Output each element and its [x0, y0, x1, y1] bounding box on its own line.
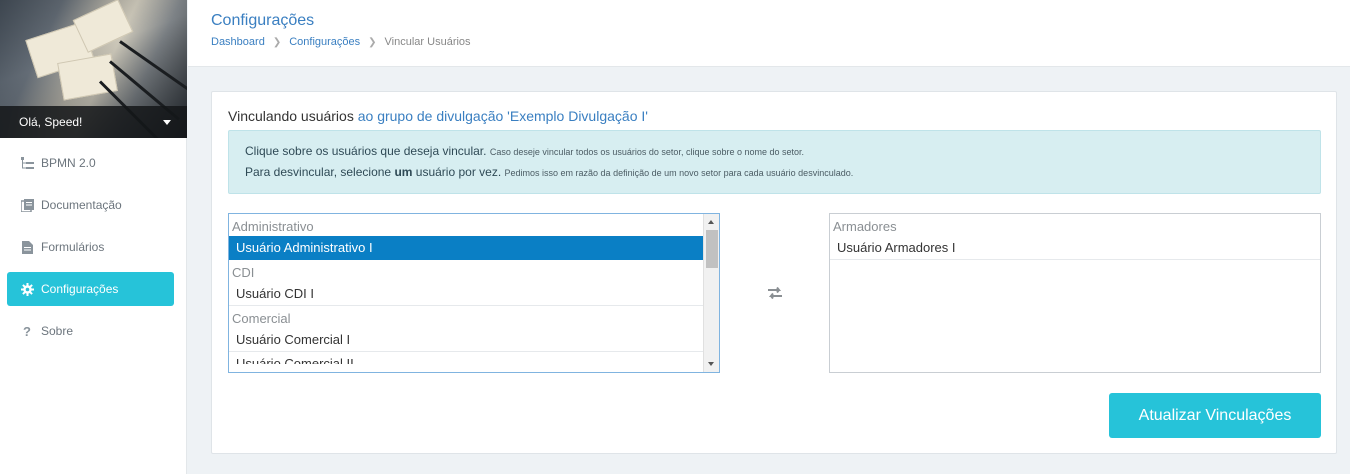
user-option[interactable]: Usuário Comercial II	[229, 352, 705, 364]
sidebar-item-configuracoes[interactable]: Configurações	[7, 272, 174, 306]
alert-line-1: Clique sobre os usuários que deseja vinc…	[245, 141, 1304, 162]
group-label[interactable]: Administrativo	[229, 214, 705, 236]
scroll-thumb[interactable]	[706, 230, 718, 268]
page-header: Configurações Dashboard ❯ Configurações …	[188, 0, 1350, 67]
group-label[interactable]: Comercial	[229, 306, 705, 328]
sidebar-item-documentacao[interactable]: Documentação	[7, 188, 174, 222]
banner-paper	[57, 53, 118, 101]
page-title: Configurações	[211, 12, 315, 29]
user-menu-toggle[interactable]: Olá, Speed!	[0, 106, 187, 138]
linked-users-list[interactable]: Armadores Usuário Armadores I	[829, 213, 1321, 373]
chevron-right-icon: ❯	[272, 36, 282, 48]
profile-banner: Olá, Speed!	[0, 0, 187, 138]
caret-down-icon	[163, 120, 171, 125]
alert-line2-pre: Para desvincular, selecione	[245, 165, 392, 179]
available-users-list[interactable]: Administrativo Usuário Administrativo I …	[228, 213, 720, 373]
alert-line2-post: usuário por vez.	[415, 165, 502, 179]
sitemap-icon	[20, 156, 34, 170]
user-option[interactable]: Usuário Administrativo I	[229, 236, 705, 260]
card-heading: Vinculando usuários ao grupo de divulgaç…	[228, 108, 648, 124]
alert-line1-small: Caso deseje vincular todos os usuários d…	[489, 147, 805, 157]
user-option[interactable]: Usuário CDI I	[229, 282, 705, 306]
alert-line2-small: Pedimos isso em razão da definição de um…	[504, 168, 854, 178]
exchange-icon	[766, 286, 784, 303]
group-label[interactable]: Armadores	[830, 214, 1320, 236]
user-option[interactable]: Usuário Armadores I	[830, 236, 1320, 260]
sidebar-item-label: Sobre	[41, 324, 74, 338]
chevron-right-icon: ❯	[368, 36, 377, 48]
user-option[interactable]: Usuário Comercial I	[229, 328, 705, 352]
book-icon	[20, 198, 34, 212]
heading-group-name: ao grupo de divulgação 'Exemplo Divulgaç…	[357, 108, 648, 124]
sidebar-item-label: Formulários	[41, 240, 105, 254]
sidebar-item-bpmn[interactable]: BPMN 2.0	[7, 146, 174, 180]
sidebar-item-label: Configurações	[41, 282, 119, 296]
alert-line1-main: Clique sobre os usuários que deseja vinc…	[245, 144, 487, 158]
update-links-button[interactable]: Atualizar Vinculações	[1109, 393, 1321, 438]
alert-line2-bold: um	[394, 165, 413, 179]
sidebar-item-label: Documentação	[41, 198, 122, 212]
breadcrumb-dashboard[interactable]: Dashboard	[211, 36, 265, 48]
breadcrumb: Dashboard ❯ Configurações ❯ Vincular Usu…	[211, 36, 471, 48]
scroll-down-icon[interactable]	[708, 362, 714, 366]
link-users-card: Vinculando usuários ao grupo de divulgaç…	[211, 91, 1337, 454]
available-users-options: Administrativo Usuário Administrativo I …	[229, 214, 705, 364]
alert-line-2: Para desvincular, selecione um usuário p…	[245, 162, 1304, 183]
list-scrollbar[interactable]	[703, 214, 719, 372]
sidebar-item-formularios[interactable]: Formulários	[7, 230, 174, 264]
breadcrumb-configuracoes[interactable]: Configurações	[289, 36, 360, 48]
scroll-up-icon[interactable]	[708, 220, 714, 224]
banner-pen	[119, 40, 187, 95]
sidebar-item-sobre[interactable]: ? Sobre	[7, 314, 174, 348]
sidebar-item-label: BPMN 2.0	[41, 156, 96, 170]
file-icon	[20, 240, 34, 254]
heading-prefix: Vinculando usuários	[228, 108, 354, 124]
info-alert: Clique sobre os usuários que deseja vinc…	[228, 130, 1321, 194]
sidebar-nav: BPMN 2.0 Documentação Formulários Config…	[0, 138, 186, 348]
gear-icon	[20, 282, 34, 296]
greeting-text: Olá, Speed!	[19, 115, 83, 129]
sidebar: Olá, Speed! BPMN 2.0 Documentação Formul…	[0, 0, 187, 474]
group-label[interactable]: CDI	[229, 260, 705, 282]
question-icon: ?	[23, 323, 31, 339]
breadcrumb-current: Vincular Usuários	[384, 36, 471, 48]
